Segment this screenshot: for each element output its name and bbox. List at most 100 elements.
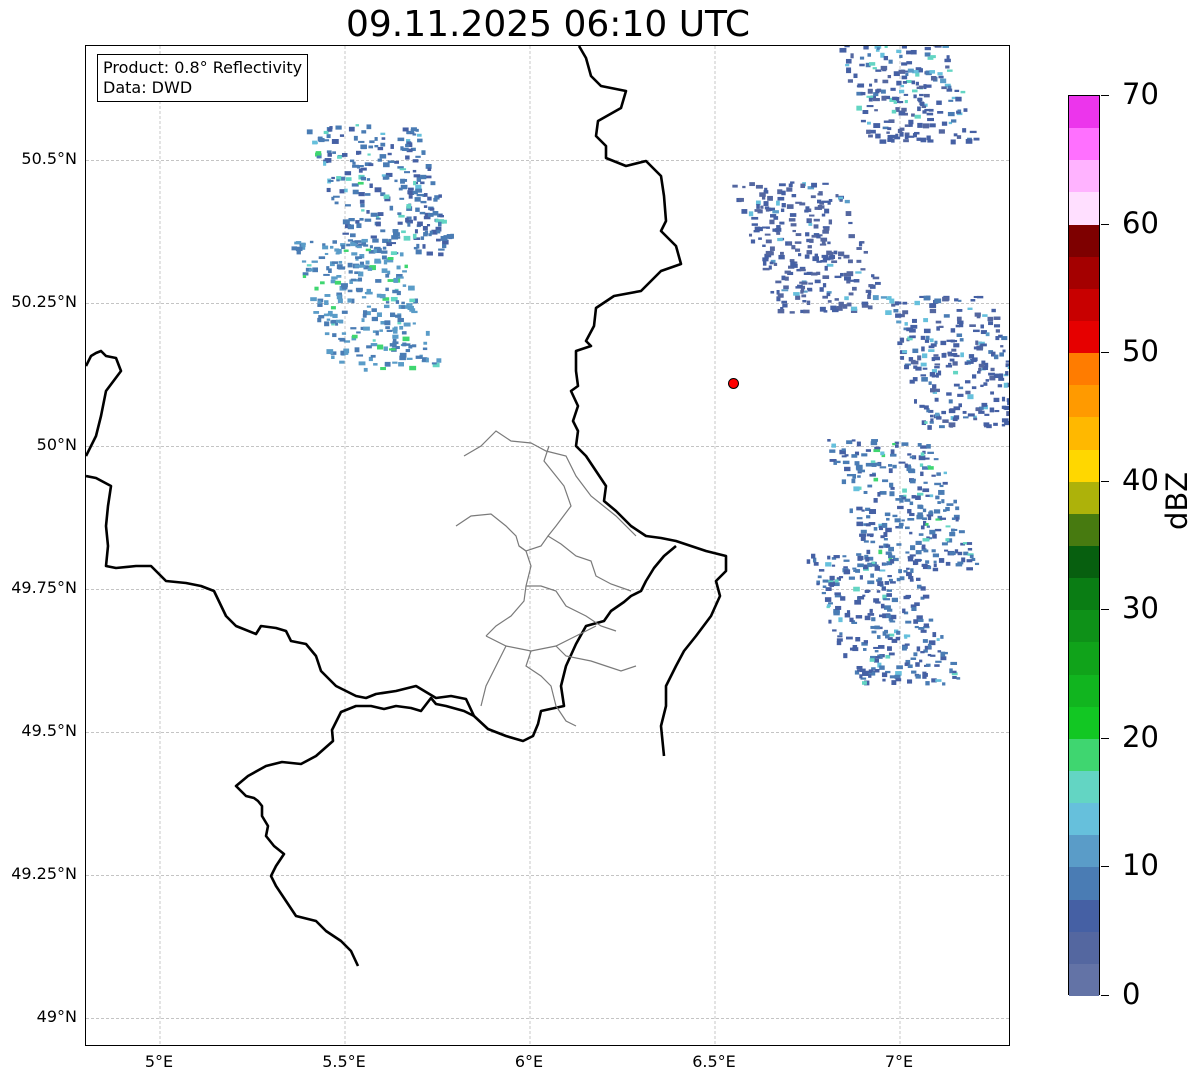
echo-cell	[295, 241, 302, 245]
echo-cluster	[806, 553, 961, 686]
colorbar-segment	[1069, 931, 1099, 965]
echo-cell	[971, 386, 977, 390]
echo-cell	[909, 501, 914, 506]
echo-cell	[914, 625, 919, 629]
echo-cell	[953, 343, 960, 348]
echo-cell	[415, 184, 422, 190]
echo-cell	[853, 486, 860, 492]
echo-cell	[973, 346, 981, 350]
echo-cell	[922, 508, 927, 513]
echo-cell	[963, 108, 968, 112]
echo-cell	[907, 556, 914, 559]
colorbar-segment	[1069, 160, 1099, 193]
radar-map[interactable]	[85, 45, 1010, 1046]
echo-cell	[330, 306, 336, 310]
echo-cell	[822, 585, 827, 588]
echo-cell	[927, 565, 932, 570]
echo-cell	[383, 259, 388, 265]
echo-cell	[852, 647, 859, 652]
echo-cell	[892, 514, 898, 518]
colorbar-segment	[1069, 385, 1099, 418]
echo-cell	[856, 441, 861, 447]
echo-cell	[435, 218, 439, 223]
colorbar-segment	[1069, 867, 1099, 901]
echo-cell	[821, 200, 829, 203]
echo-cell	[351, 183, 359, 187]
echo-cell	[822, 283, 827, 288]
echo-cell	[890, 449, 895, 455]
echo-cell	[412, 169, 417, 173]
echo-cell	[868, 674, 872, 678]
echo-cell	[940, 78, 947, 84]
echo-cell	[973, 329, 980, 333]
echo-cell	[415, 128, 419, 132]
echo-cell	[356, 331, 361, 334]
echo-cell	[317, 136, 323, 142]
echo-cell	[825, 562, 832, 567]
echo-cell	[788, 218, 796, 222]
echo-cell	[817, 575, 822, 579]
echo-cell	[985, 332, 990, 337]
echo-cell	[939, 425, 945, 429]
echo-cell	[427, 212, 434, 217]
echo-cell	[925, 560, 930, 564]
echo-cell	[875, 656, 881, 659]
echo-cell	[984, 413, 990, 416]
echo-cell	[929, 123, 936, 128]
echo-cell	[934, 482, 942, 486]
echo-cell	[954, 89, 960, 93]
echo-cell	[953, 133, 958, 137]
echo-cell	[839, 199, 843, 202]
echo-cell	[354, 347, 360, 353]
echo-cell	[856, 665, 863, 670]
echo-cell	[920, 651, 925, 654]
echo-cell	[970, 299, 976, 302]
echo-cell	[908, 119, 914, 125]
echo-cell	[806, 300, 811, 306]
echo-cell	[856, 105, 862, 111]
echo-cell	[825, 587, 832, 591]
echo-cell	[932, 632, 937, 638]
latitude-label: 50°N	[36, 435, 77, 455]
echo-cell	[381, 137, 386, 140]
canton-lines	[455, 430, 637, 727]
echo-cell	[409, 365, 417, 371]
echo-cell	[346, 243, 351, 247]
echo-cell	[851, 478, 856, 484]
echo-cell	[870, 441, 878, 446]
echo-cell	[361, 238, 368, 243]
echo-cell	[754, 226, 761, 231]
echo-cell	[787, 241, 792, 246]
echo-cell	[885, 654, 891, 659]
echo-cell	[993, 324, 1001, 328]
echo-cell	[871, 274, 875, 278]
echo-cell	[381, 268, 388, 273]
colorbar-segment	[1069, 449, 1099, 483]
echo-cell	[946, 339, 953, 342]
echo-cell	[940, 651, 946, 657]
colorbar-segment	[1069, 738, 1099, 772]
echo-cell	[952, 675, 957, 679]
echo-cell	[431, 362, 437, 365]
echo-cell	[403, 322, 411, 327]
echo-cell	[326, 150, 332, 153]
echo-cell	[427, 167, 432, 171]
echo-cell	[329, 245, 334, 249]
echo-cell	[900, 84, 905, 88]
echo-cell	[851, 454, 858, 458]
echo-cell	[920, 335, 926, 340]
echo-cell	[324, 294, 331, 297]
echo-cell	[790, 181, 795, 184]
echo-cell	[334, 201, 339, 205]
echo-cell	[838, 251, 845, 257]
echo-cell	[805, 232, 810, 237]
echo-cell	[980, 343, 987, 347]
echo-cell	[417, 221, 423, 227]
echo-cell	[999, 352, 1004, 357]
echo-cell	[919, 93, 924, 97]
echo-cell	[1003, 382, 1008, 388]
echo-cell	[896, 100, 904, 104]
echo-cell	[923, 623, 930, 628]
echo-cell	[848, 234, 855, 239]
echo-cell	[885, 614, 892, 619]
